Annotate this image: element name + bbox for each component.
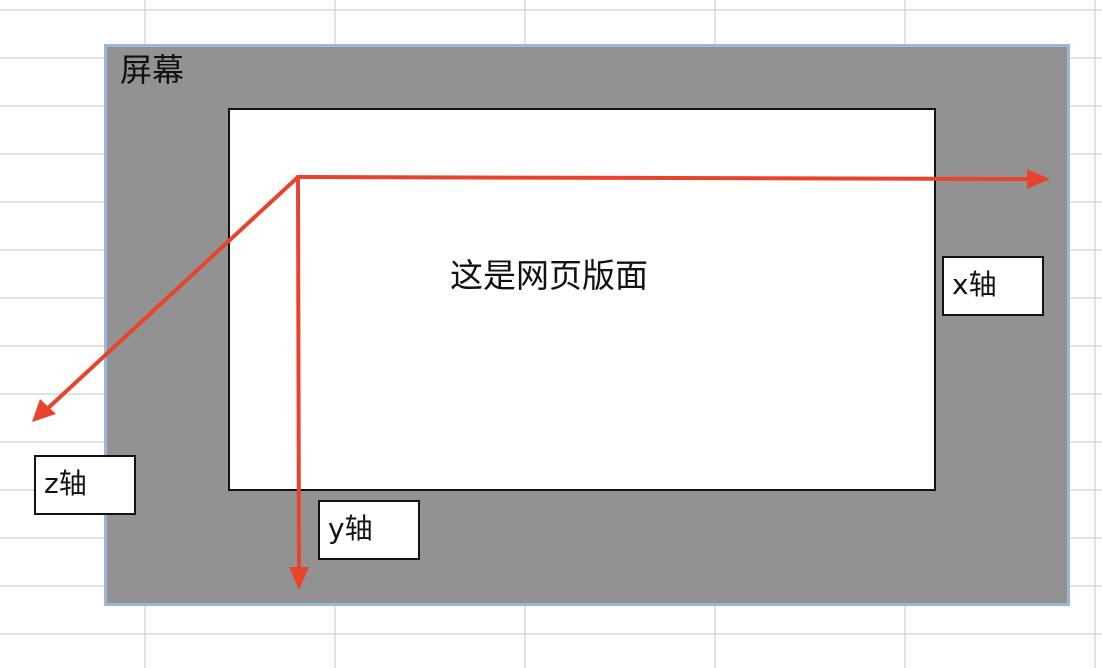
web-page-label: 这是网页版面	[450, 256, 648, 295]
screen-label: 屏幕	[120, 51, 185, 89]
z-axis-label: z轴	[34, 455, 136, 515]
x-axis-label: x轴	[942, 256, 1044, 316]
diagram-canvas: 屏幕 这是网页版面 x轴 y轴 z轴	[0, 0, 1102, 668]
y-axis-label: y轴	[318, 500, 420, 560]
web-page-box	[228, 108, 936, 491]
